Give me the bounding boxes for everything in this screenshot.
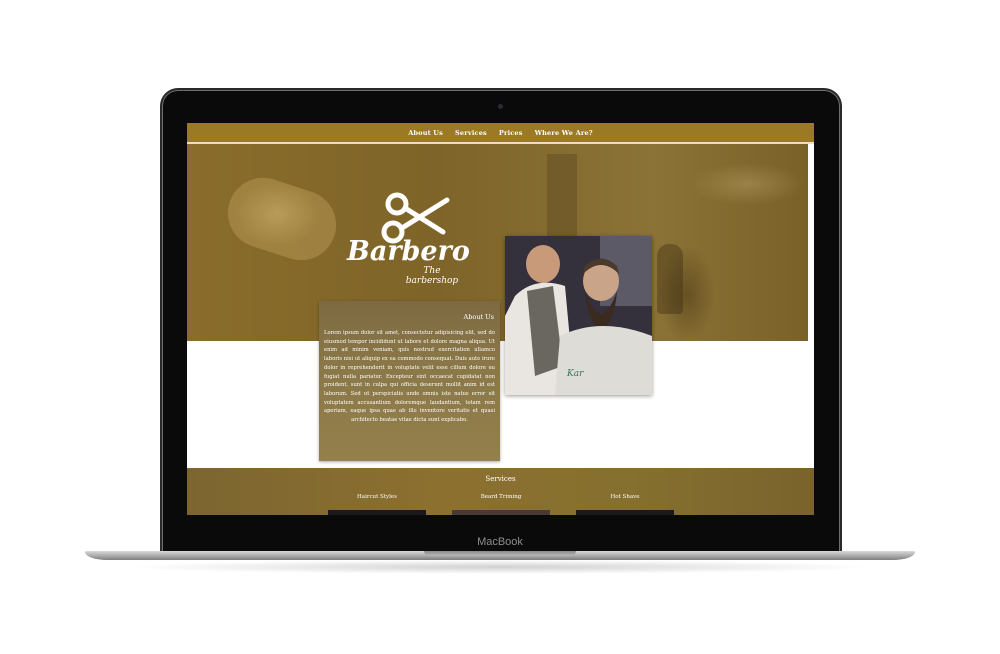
nav-link-where-we-are[interactable]: Where We Are? xyxy=(535,129,593,137)
about-us-card: About Us Lorem ipsum dolor sit amet, con… xyxy=(319,301,500,461)
about-us-heading: About Us xyxy=(463,313,494,321)
barber-photo: Kar xyxy=(505,236,652,395)
services-section: Services Haircut Styles Beard Triming Ho… xyxy=(187,468,814,515)
laptop-shadow xyxy=(120,560,880,574)
services-heading: Services xyxy=(485,475,516,483)
camera-icon xyxy=(498,104,503,109)
hero-background-detail xyxy=(218,168,346,270)
service-thumbnail[interactable] xyxy=(576,510,674,515)
brand-name: Barbero xyxy=(347,236,470,267)
hero-background-detail xyxy=(657,244,683,314)
service-haircut-styles[interactable]: Haircut Styles xyxy=(328,494,426,500)
svg-text:Kar: Kar xyxy=(566,369,584,379)
service-thumbnail[interactable] xyxy=(452,510,550,515)
service-thumbnail[interactable] xyxy=(328,510,426,515)
service-hot-shave[interactable]: Hot Shave xyxy=(576,494,674,500)
barber-photo-illustration: Kar xyxy=(505,236,652,395)
nav-link-prices[interactable]: Prices xyxy=(499,129,523,137)
top-navigation: About Us Services Prices Where We Are? xyxy=(187,123,814,144)
about-us-text: Lorem ipsum dolor sit amet, consectetur … xyxy=(324,330,495,424)
device-label: MacBook xyxy=(477,536,523,548)
brand-logo[interactable]: Barbero The barbershop xyxy=(347,188,470,286)
brand-tagline: The barbershop xyxy=(405,266,459,286)
nav-link-services[interactable]: Services xyxy=(455,129,487,137)
website-screen: About Us Services Prices Where We Are? B… xyxy=(187,123,814,515)
laptop-base-notch xyxy=(424,551,576,556)
nav-link-about-us[interactable]: About Us xyxy=(408,129,443,137)
service-beard-triming[interactable]: Beard Triming xyxy=(452,494,550,500)
